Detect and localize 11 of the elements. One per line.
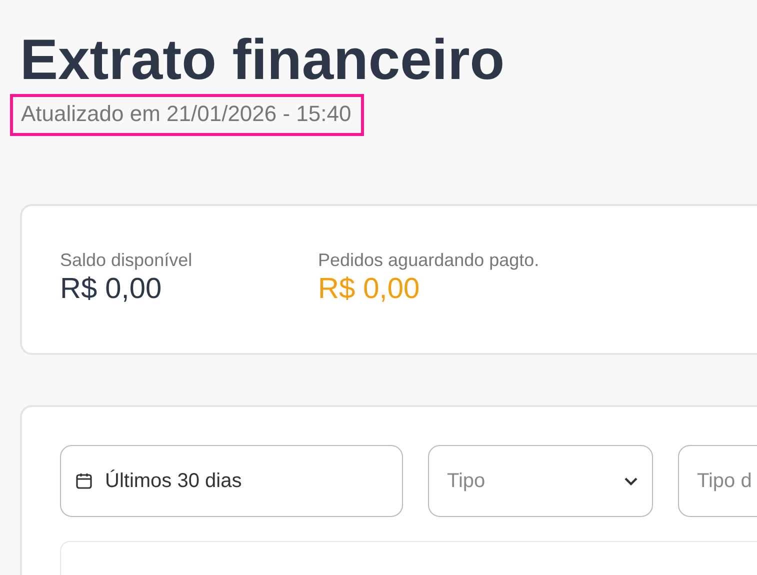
page-title: Extrato financeiro: [20, 28, 506, 92]
calendar-icon: [75, 472, 93, 490]
balance-label: Saldo disponível: [60, 250, 194, 271]
type-select[interactable]: Tipo: [428, 445, 653, 517]
balance-label: Pedidos aguardando pagto.: [318, 250, 540, 271]
select-field[interactable]: Tipo d: [678, 445, 757, 517]
date-range-field[interactable]: Últimos 30 dias: [60, 445, 403, 517]
updated-timestamp: Atualizado em 21/01/2026 - 15:40: [10, 94, 364, 136]
balance-value: R$ 0,00: [60, 273, 163, 306]
balance-value: R$ 0,00: [318, 273, 421, 306]
chevron-down-icon: [624, 476, 638, 486]
